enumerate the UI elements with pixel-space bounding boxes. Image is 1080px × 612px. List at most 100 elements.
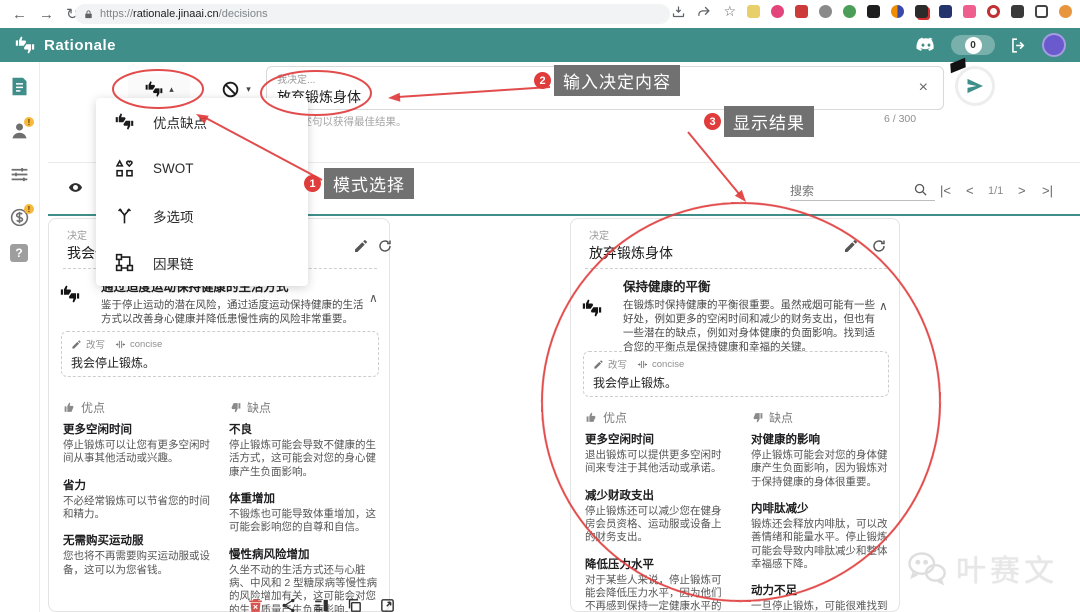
sidebar-item-decisions[interactable] bbox=[9, 76, 30, 97]
extension-icon[interactable] bbox=[795, 5, 808, 18]
clear-input-icon[interactable]: × bbox=[919, 80, 928, 96]
edit-icon[interactable] bbox=[353, 238, 369, 254]
list-item: 降低压力水平对于某些人来说，停止锻炼可能会降低压力水平，因为他们不再感到保持一定… bbox=[585, 556, 730, 612]
concise-icon[interactable] bbox=[637, 359, 648, 370]
extension-icon[interactable] bbox=[867, 5, 880, 18]
forward-icon[interactable]: → bbox=[39, 6, 54, 23]
step-label: 模式选择 bbox=[324, 168, 414, 199]
submit-button[interactable] bbox=[955, 66, 995, 106]
last-page-icon[interactable]: >| bbox=[1042, 183, 1053, 198]
summary-section: 保持健康的平衡 在锻炼时保持健康的平衡很重要。虽然戒烟可能有一些好处，例如更多的… bbox=[623, 276, 875, 354]
caret-down-icon: ▾ bbox=[246, 84, 251, 95]
browser-profile-avatar[interactable] bbox=[1059, 5, 1072, 18]
concise-label[interactable]: concise bbox=[130, 339, 162, 350]
alert-badge: ! bbox=[24, 204, 34, 214]
rewrite-label[interactable]: 改写 bbox=[608, 357, 627, 371]
edit-icon[interactable] bbox=[843, 238, 859, 254]
next-page-icon[interactable]: > bbox=[1018, 183, 1026, 198]
copy-icon[interactable] bbox=[346, 597, 363, 612]
download-icon[interactable] bbox=[671, 4, 686, 19]
send-icon bbox=[965, 76, 985, 96]
extension-icon[interactable] bbox=[915, 5, 928, 18]
menu-item-causal-chain[interactable]: 因果链 bbox=[96, 239, 308, 286]
pros-list: 更多空闲时间退出锻炼可以提供更多空闲时间来专注于其他活动或承诺。 减少财政支出停… bbox=[585, 431, 730, 612]
alert-badge: ! bbox=[24, 117, 34, 127]
concise-icon[interactable] bbox=[115, 339, 126, 350]
sidebar-item-account[interactable]: ! bbox=[9, 120, 30, 141]
sidebar-item-settings[interactable] bbox=[9, 164, 30, 185]
share-page-icon[interactable] bbox=[697, 4, 712, 19]
list-item: 减少财政支出停止锻炼还可以减少您在健身房会员资格、运动服或设备上的财务支出。 bbox=[585, 487, 730, 545]
step-number: 2 bbox=[534, 72, 551, 89]
rewrite-icon[interactable] bbox=[71, 339, 82, 350]
view-toggle-icon[interactable] bbox=[68, 180, 83, 195]
concise-label[interactable]: concise bbox=[652, 359, 684, 370]
first-page-icon[interactable]: |< bbox=[940, 183, 951, 198]
app-header: Rationale 0 bbox=[0, 28, 1080, 62]
annotation-step-1: 1 模式选择 bbox=[304, 168, 414, 199]
extension-icon[interactable] bbox=[939, 5, 952, 18]
menu-item-pros-cons[interactable]: 优点缺点 bbox=[96, 98, 308, 145]
sidebar-item-billing[interactable]: ! bbox=[9, 207, 30, 228]
collapse-icon[interactable]: ∧ bbox=[369, 291, 378, 305]
user-avatar[interactable] bbox=[1042, 33, 1066, 57]
regenerate-icon[interactable] bbox=[871, 238, 887, 254]
swot-icon bbox=[114, 158, 135, 179]
cons-header: 缺点 bbox=[229, 399, 271, 416]
bookmark-star-icon[interactable]: ☆ bbox=[723, 3, 736, 20]
collapse-icon[interactable]: ∧ bbox=[879, 299, 888, 313]
mode-dropdown-menu: 优点缺点 SWOT 多选项 因果链 bbox=[96, 98, 308, 286]
list-item: 对健康的影响停止锻炼可能会对您的身体健康产生负面影响，因为锻炼对于保持健康的身体… bbox=[751, 431, 891, 489]
extension-icon[interactable] bbox=[819, 5, 832, 18]
credit-pill[interactable]: 0 bbox=[951, 35, 995, 55]
logout-icon[interactable] bbox=[1009, 36, 1028, 55]
rewrite-icon[interactable] bbox=[593, 359, 604, 370]
back-icon[interactable]: ← bbox=[12, 6, 27, 23]
statement-box[interactable]: 改写 concise 我会停止锻炼。 bbox=[61, 331, 379, 377]
char-counter: 6 / 300 bbox=[884, 113, 916, 125]
statement-text: 我会停止锻炼。 bbox=[71, 354, 369, 371]
thumb-down-icon bbox=[751, 411, 764, 424]
menu-item-swot[interactable]: SWOT bbox=[96, 145, 308, 192]
statement-box[interactable]: 改写 concise 我会停止锻炼。 bbox=[583, 351, 889, 397]
open-in-new-icon[interactable] bbox=[379, 597, 396, 612]
list-item: 更多空闲时间停止锻炼可以让您有更多空闲时间从事其他活动或兴趣。 bbox=[63, 421, 215, 466]
prev-page-icon[interactable]: < bbox=[966, 183, 974, 198]
address-bar[interactable]: https://rationale.jinaai.cn/decisions bbox=[75, 4, 670, 24]
annotation-step-3: 3 显示结果 bbox=[704, 106, 814, 137]
extension-icon[interactable] bbox=[891, 5, 904, 18]
pros-cons-icon bbox=[114, 111, 135, 132]
rewrite-label[interactable]: 改写 bbox=[86, 337, 105, 351]
dashed-divider bbox=[585, 268, 887, 269]
summary-body: 在锻炼时保持健康的平衡很重要。虽然戒烟可能有一些好处，例如更多的空闲时间和减少的… bbox=[623, 299, 875, 354]
poll-icon[interactable] bbox=[313, 597, 330, 612]
extension-icon[interactable] bbox=[747, 5, 760, 18]
search-icon[interactable] bbox=[913, 182, 928, 197]
extension-icon[interactable] bbox=[1011, 5, 1024, 18]
extension-icon[interactable] bbox=[843, 5, 856, 18]
decision-label: 决定 bbox=[589, 227, 673, 242]
url-text: https://rationale.jinaai.cn/decisions bbox=[100, 8, 268, 20]
list-item: 动力不足一旦停止锻炼，可能很难找到重新开始锻炼的动力。 bbox=[751, 582, 891, 612]
extension-icon[interactable] bbox=[1035, 5, 1048, 18]
share-icon[interactable] bbox=[280, 597, 297, 612]
multi-option-icon bbox=[114, 205, 135, 226]
step-label: 输入决定内容 bbox=[554, 65, 680, 96]
discord-icon[interactable] bbox=[915, 34, 937, 56]
extension-icon[interactable] bbox=[771, 5, 784, 18]
decision-card-right: 决定 放弃锻炼身体 保持健康的平衡 在锻炼时保持健康的平衡很重要。虽然戒烟可能有… bbox=[570, 218, 900, 612]
watermark-text: 叶赛文 bbox=[956, 546, 1058, 590]
sidebar-item-help[interactable]: ? bbox=[10, 244, 28, 262]
extension-icon[interactable] bbox=[963, 5, 976, 18]
thumb-up-icon bbox=[63, 401, 76, 414]
regenerate-icon[interactable] bbox=[377, 238, 393, 254]
arrowhead-3 bbox=[735, 190, 746, 202]
extension-icon[interactable] bbox=[987, 5, 1000, 18]
pros-cons-mode-icon bbox=[144, 79, 164, 99]
cons-list: 对健康的影响停止锻炼可能会对您的身体健康产生负面影响，因为锻炼对于保持健康的身体… bbox=[751, 431, 891, 612]
list-item: 内啡肽减少锻炼还会释放内啡肽，可以改善情绪和能量水平。停止锻炼可能会导致内啡肽减… bbox=[751, 500, 891, 571]
wechat-icon bbox=[906, 547, 948, 589]
delete-icon[interactable] bbox=[247, 597, 264, 612]
menu-item-multi-option[interactable]: 多选项 bbox=[96, 192, 308, 239]
screen: ← → ↻ https://rationale.jinaai.cn/decisi… bbox=[0, 0, 1080, 612]
